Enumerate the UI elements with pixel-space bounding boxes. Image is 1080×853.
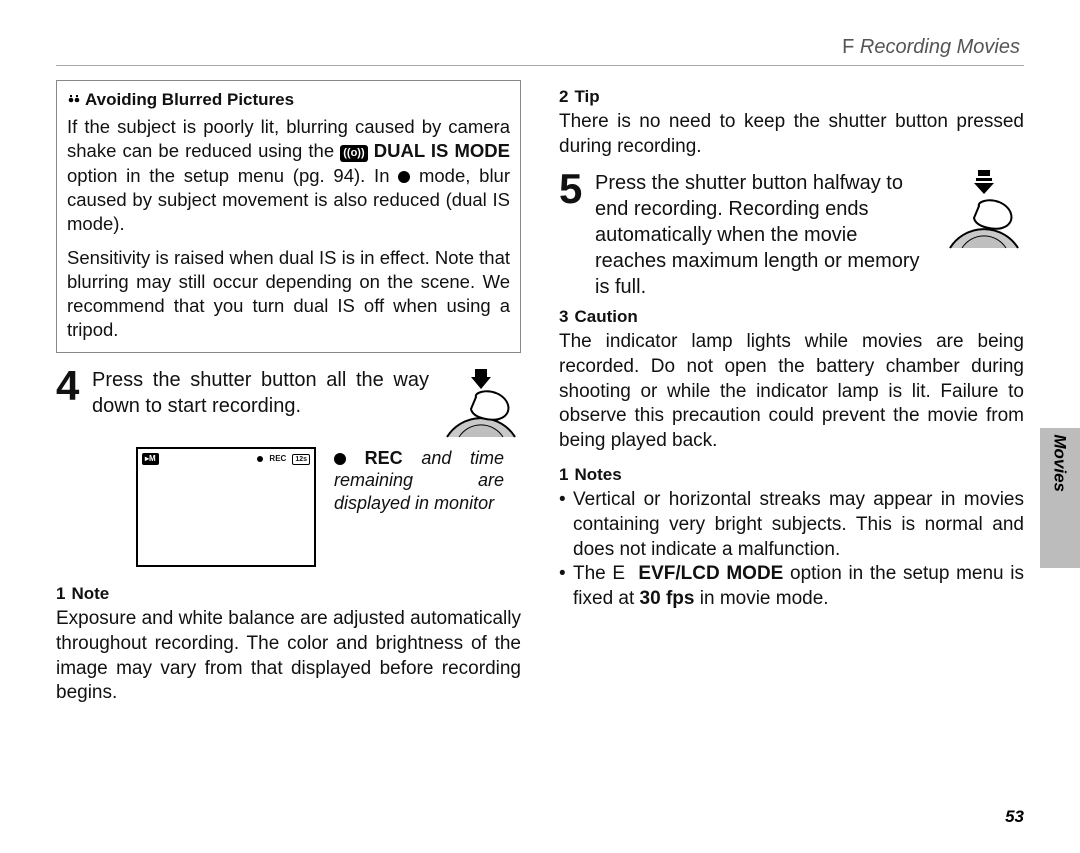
notes-heading: 1Notes: [559, 464, 1024, 486]
step-4: 4 Press the shutter button all the way d…: [56, 367, 521, 439]
page-header: F Recording Movies: [56, 36, 1024, 59]
camera-mode-icon: [398, 171, 410, 183]
rec-label: REC: [269, 454, 286, 465]
header-title: Recording Movies: [860, 36, 1020, 58]
rec-caption-rest: and time remaining are displayed in moni…: [334, 448, 504, 513]
fps-value: 30 fps: [640, 588, 695, 609]
manual-page: F Recording Movies Avoiding Blurred Pict…: [0, 0, 1080, 853]
shutter-press-half-figure: [944, 170, 1024, 250]
box-title-text: Avoiding Blurred Pictures: [85, 89, 294, 111]
mode-chip: ▸M: [142, 453, 159, 466]
callout-box-avoiding-blur: Avoiding Blurred Pictures If the subject…: [56, 80, 521, 353]
caution-text: The indicator lamp lights while movies a…: [559, 330, 1024, 453]
rec-dot-icon: [334, 453, 346, 465]
evf-lcd-mode-label: EVF/LCD MODE: [638, 563, 783, 584]
right-column: 2Tip There is no need to keep the shutte…: [559, 80, 1024, 706]
bullet-icon: •: [559, 488, 573, 562]
note-heading: 1Note: [56, 583, 521, 605]
section-tab-label: Movies: [1050, 434, 1070, 492]
header-prefix: F: [842, 36, 854, 58]
box-title: Avoiding Blurred Pictures: [67, 89, 510, 111]
tip-heading: 2Tip: [559, 86, 1024, 108]
step-text: Press the shutter button all the way dow…: [92, 367, 429, 419]
list-item: • Vertical or horizontal streaks may app…: [559, 488, 1024, 562]
box-paragraph-1: If the subject is poorly lit, blurring c…: [67, 115, 510, 235]
note-item-2: The E EVF/LCD MODE option in the setup m…: [573, 562, 1024, 611]
notes-list: • Vertical or horizontal streaks may app…: [559, 488, 1024, 611]
rec-caption-rec: REC: [365, 448, 403, 468]
step-text: Press the shutter button halfway to end …: [595, 170, 932, 300]
lightbulb-icon: [67, 93, 81, 107]
columns: Avoiding Blurred Pictures If the subject…: [56, 80, 1024, 706]
rec-caption: REC and time remaining are displayed in …: [334, 447, 504, 515]
rec-screen-row: ▸M REC 12s REC and time remaining are di…: [136, 447, 521, 567]
dual-is-label: DUAL IS MODE: [374, 140, 510, 161]
time-remaining: 12s: [292, 454, 310, 465]
tip-text: There is no need to keep the shutter but…: [559, 110, 1024, 159]
rec-dot-icon: [257, 456, 263, 462]
note-item-1: Vertical or horizontal streaks may appea…: [573, 488, 1024, 562]
bullet-icon: •: [559, 562, 573, 611]
list-item: • The E EVF/LCD MODE option in the setup…: [559, 562, 1024, 611]
dual-is-icon: ((o)): [340, 145, 367, 161]
monitor-rec-preview: ▸M REC 12s: [136, 447, 316, 567]
box-paragraph-2: Sensitivity is raised when dual IS is in…: [67, 246, 510, 342]
step-number: 5: [559, 170, 589, 208]
page-number: 53: [1005, 807, 1024, 827]
note-text: Exposure and white balance are adjusted …: [56, 607, 521, 706]
header-rule: [56, 65, 1024, 66]
setup-e-prefix: E: [612, 563, 625, 584]
step-5: 5 Press the shutter button halfway to en…: [559, 170, 1024, 300]
caution-heading: 3Caution: [559, 306, 1024, 328]
step-number: 4: [56, 367, 86, 405]
left-column: Avoiding Blurred Pictures If the subject…: [56, 80, 521, 706]
shutter-press-full-figure: [441, 367, 521, 439]
